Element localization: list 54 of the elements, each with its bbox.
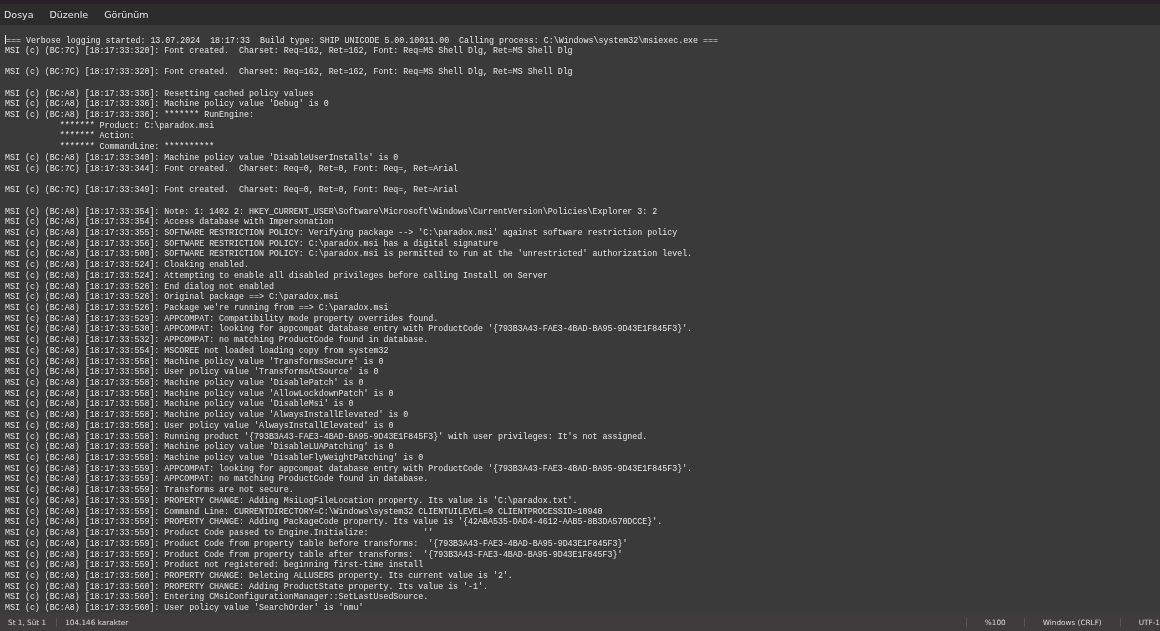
log-line: === Verbose logging started: 13.07.2024 18:17:33 Build type: SHIP UNICODE 5.00.10011.00 Calling process: C:\Windows\system32\msiexec.exe === [5, 35, 719, 46]
log-line: MSI (c) (BC:A8) [18:17:33:558]: Machine policy value 'DisableLUAPatching' is 0 [5, 442, 395, 453]
log-line: MSI (c) (BC:A8) [18:17:33:356]: SOFTWARE RESTRICTION POLICY: C:\paradox.msi has a digital signature [5, 238, 499, 249]
log-line: MSI (c) (BC:A8) [18:17:33:558]: Machine policy value 'AlwaysInstallElevated' is 0 [5, 410, 410, 421]
log-line: MSI (c) (BC:A8) [18:17:33:354]: Note: 1: 1402 2: HKEY_CURRENT_USER\Software\Microsoft\Windows\CurrentVersion\Policies\Explorer 3: 2 [5, 206, 659, 217]
log-line: MSI (c) (BC:A8) [18:17:33:560]: PROPERTY CHANGE: Adding ProductState property. Its value is '-1'. [5, 581, 489, 592]
log-line: MSI (c) (BC:A8) [18:17:33:526]: Original package ==> C:\paradox.msi [5, 292, 340, 303]
log-line: MSI (c) (BC:A8) [18:17:33:559]: APPCOMPAT: no matching ProductCode found in database. [5, 474, 430, 485]
log-line: MSI (c) (BC:A8) [18:17:33:559]: Product not registered: beginning first-time install [5, 560, 425, 571]
log-line: MSI (c) (BC:A8) [18:17:33:558]: Machine policy value 'DisableFlyWeightPatching' is 0 [5, 453, 425, 464]
menu-item[interactable]: Görünüm [104, 7, 165, 22]
log-line: MSI (c) (BC:A8) [18:17:33:336]: Resetting cached policy values [5, 88, 315, 99]
log-line: MSI (c) (BC:A8) [18:17:33:340]: Machine policy value 'DisableUserInstalls' is 0 [5, 152, 400, 164]
log-line: MSI (c) (BC:A8) [18:17:33:558]: User policy value 'TransformsAtSource' is 0 [5, 367, 380, 378]
log-line: MSI (c) (BC:A8) [18:17:33:560]: Entering CMsiConfigurationManager::SetLastUsedSource. [5, 592, 430, 603]
log-line: MSI (c) (BC:A8) [18:17:33:560]: PROPERTY CHANGE: Deleting ALLUSERS property. Its current value is '2'. [5, 570, 514, 582]
log-line: MSI (c) (BC:7C) [18:17:33:320]: Font created. Charset: Req=162, Ret=162, Font: Req=MS Shell Dlg, Ret=MS Shell Dlg [5, 67, 574, 78]
log-line: MSI (c) (BC:A8) [18:17:33:554]: MSCOREE not loaded loading copy from system32 [5, 345, 390, 357]
log-line: MSI (c) (BC:A8) [18:17:33:500]: SOFTWARE RESTRICTION POLICY: C:\paradox.msi is permitted to run at the 'unrestricted' authorization level. [5, 249, 694, 260]
menu-item[interactable]: Düzenle [49, 7, 105, 22]
log-line: MSI (c) (BC:A8) [18:17:33:558]: User policy value 'AlwaysInstallElevated' is 0 [5, 420, 395, 432]
log-line: MSI (c) (BC:A8) [18:17:33:354]: Access database with Impersonation [5, 217, 335, 228]
log-line: MSI (c) (BC:A8) [18:17:33:560]: User policy value 'SearchOrder' is 'nmu' [5, 603, 365, 613]
log-line: MSI (c) (BC:A8) [18:17:33:524]: Cloaking enabled. [5, 260, 250, 271]
log-line: MSI (c) (BC:A8) [18:17:33:559]: PROPERTY CHANGE: Adding MsiLogFileLocation property. Its value is 'C:\paradox.txt'. [5, 495, 579, 507]
menu-item[interactable]: Dosya [4, 7, 50, 22]
log-line: MSI (c) (BC:7C) [18:17:33:349]: Font created. Charset: Req=0, Ret=0, Font: Req=, Ret=Arial [5, 185, 460, 196]
log-line: MSI (c) (BC:A8) [18:17:33:559]: Command Line: CURRENTDIRECTORY=C:\Windows\system32 CLIENTUILEVEL=0 CLIENTPROCESSID=10940 [5, 506, 604, 517]
log-line: MSI (c) (BC:7C) [18:17:33:320]: Font created. Charset: Req=162, Ret=162, Font: Req=MS Shell Dlg, Ret=MS Shell Dlg [5, 45, 574, 57]
text-cursor [5, 35, 6, 44]
log-line: ******* Action: [58, 131, 136, 142]
log-line: ******* Product: C:\paradox.msi [58, 120, 216, 131]
log-line: MSI (c) (BC:A8) [18:17:33:336]: ******* RunEngine: [5, 110, 255, 121]
log-line: MSI (c) (BC:A8) [18:17:33:526]: End dialog not enabled [5, 281, 275, 292]
log-line: MSI (c) (BC:A8) [18:17:33:336]: Machine policy value 'Debug' is 0 [5, 99, 330, 110]
log-line: MSI (c) (BC:A8) [18:17:33:559]: Transforms are not secure. [5, 485, 295, 496]
log-line: MSI (c) (BC:A8) [18:17:33:559]: PROPERTY CHANGE: Adding PackageCode property. Its value is '{42ABA535-DAD4-4612-AAB5-8B3DA570DCCE}'. [5, 517, 664, 528]
log-line: MSI (c) (BC:A8) [18:17:33:558]: Machine policy value 'DisablePatch' is 0 [5, 378, 365, 389]
log-line: MSI (c) (BC:A8) [18:17:33:558]: Machine policy value 'AllowLockdownPatch' is 0 [5, 388, 395, 399]
log-line: MSI (c) (BC:A8) [18:17:33:530]: APPCOMPAT: looking for appcompat database entry with ProductCode '{793B3A43-FAE3-4BAD-BA95-9D43E1F845F3}'. [5, 324, 694, 335]
log-line: MSI (c) (BC:A8) [18:17:33:559]: Product Code from property table after transforms: '{793B3A43-FAE3-4BAD-BA95-9D43E1F845F3}' [5, 549, 624, 560]
log-line: MSI (c) (BC:A8) [18:17:33:524]: Attempting to enable all disabled privileges before calling Install on Server [5, 270, 549, 282]
log-line: MSI (c) (BC:A8) [18:17:33:558]: Machine policy value 'TransformsSecure' is 0 [5, 356, 385, 367]
log-line: MSI (c) (BC:A8) [18:17:33:559]: Product Code passed to Engine.Initialize: '' [5, 528, 435, 539]
log-line: MSI (c) (BC:A8) [18:17:33:532]: APPCOMPAT: no matching ProductCode found in database. [5, 335, 430, 346]
log-line: MSI (c) (BC:7C) [18:17:33:344]: Font created. Charset: Req=0, Ret=0, Font: Req=, Ret=Arial [5, 163, 460, 175]
log-line: MSI (c) (BC:A8) [18:17:33:526]: Package we're running from ==> C:\paradox.msi [5, 302, 390, 314]
log-line: MSI (c) (BC:A8) [18:17:33:355]: SOFTWARE RESTRICTION POLICY: Verifying package --> 'C:\paradox.msi' against software restriction policy [5, 227, 679, 239]
log-line: MSI (c) (BC:A8) [18:17:33:558]: Machine policy value 'DisableMsi' is 0 [5, 399, 355, 410]
log-line: ******* CommandLine: ********** [58, 142, 216, 153]
log-line: MSI (c) (BC:A8) [18:17:33:559]: APPCOMPAT: looking for appcompat database entry with ProductCode '{793B3A43-FAE3-4BAD-BA95-9D43E1F845F3}'. [5, 463, 694, 474]
log-line: MSI (c) (BC:A8) [18:17:33:529]: APPCOMPAT: Compatibility mode property overrides found. [5, 313, 440, 324]
log-line: MSI (c) (BC:A8) [18:17:33:558]: Running product '{793B3A43-FAE3-4BAD-BA95-9D43E1F845F3}' with user privileges: It's not assigned. [5, 431, 649, 442]
log-line: MSI (c) (BC:A8) [18:17:33:559]: Product Code from property table before transforms: '{793B3A43-FAE3-4BAD-BA95-9D43E1F845F3}' [5, 538, 629, 550]
